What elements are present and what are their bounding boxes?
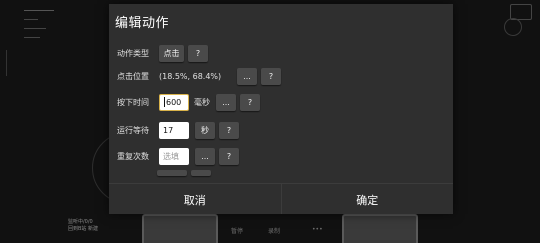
repeat-count-more-button[interactable]: ...	[195, 147, 215, 165]
click-position-value: (18.5%, 68.4%)	[159, 71, 222, 81]
background-thumbnail-left	[142, 214, 218, 243]
run-wait-row: 运行等待 17 秒 ?	[117, 121, 239, 139]
screen: 监听中/0/0 回到B站 新建 暂停 录制 ••• 编辑动作 动作类型 点击 ?…	[0, 0, 540, 243]
background-status-text	[24, 4, 54, 38]
run-wait-unit-button[interactable]: 秒	[195, 121, 215, 139]
action-type-label: 动作类型	[117, 48, 149, 58]
text-caret	[164, 97, 165, 107]
background-status-label: 监听中/0/0 回到B站 新建	[68, 219, 98, 233]
run-wait-help-button[interactable]: ?	[219, 121, 239, 139]
background-pause-label: 暂停	[231, 228, 244, 235]
background-circle-icon	[504, 18, 522, 36]
action-type-help-button[interactable]: ?	[188, 44, 208, 62]
background-more-label: •••	[312, 226, 323, 233]
action-type-select-button[interactable]: 点击	[159, 44, 184, 62]
repeat-count-label: 重复次数	[117, 151, 149, 161]
background-left-handle	[0, 50, 7, 76]
press-time-help-button[interactable]: ?	[240, 93, 260, 111]
next-row-help-partial[interactable]	[191, 170, 211, 176]
press-time-unit: 毫秒	[194, 97, 210, 107]
run-wait-label: 运行等待	[117, 125, 149, 135]
edit-action-dialog: 编辑动作 动作类型 点击 ? 点击位置 (18.5%, 68.4%) ... ?…	[109, 4, 453, 214]
repeat-count-help-button[interactable]: ?	[219, 147, 239, 165]
background-thumbnail-right	[342, 214, 418, 243]
action-type-row: 动作类型 点击 ?	[117, 44, 208, 62]
press-time-more-button[interactable]: ...	[216, 93, 236, 111]
repeat-count-input[interactable]: 选填	[159, 147, 189, 165]
repeat-count-row: 重复次数 选填 ... ?	[117, 147, 239, 165]
press-time-input[interactable]: 600	[159, 93, 189, 111]
next-row-partial	[157, 170, 211, 176]
press-time-label: 按下时间	[117, 97, 149, 107]
press-time-row: 按下时间 600 毫秒 ... ?	[117, 93, 260, 111]
click-position-help-button[interactable]: ?	[261, 67, 281, 85]
click-position-label: 点击位置	[117, 71, 149, 81]
cancel-button[interactable]: 取消	[109, 184, 281, 214]
background-record-label: 录制	[268, 228, 281, 235]
dialog-footer: 取消 确定	[109, 183, 453, 214]
background-status-line2: 回到B站 新建	[68, 226, 99, 232]
press-time-value: 600	[166, 97, 182, 107]
click-position-pick-button[interactable]: ...	[237, 67, 257, 85]
background-status-line1: 监听中/0/0	[68, 219, 93, 225]
run-wait-input[interactable]: 17	[159, 121, 189, 139]
next-row-button-partial[interactable]	[157, 170, 187, 176]
click-position-row: 点击位置 (18.5%, 68.4%) ... ?	[117, 67, 281, 85]
confirm-button[interactable]: 确定	[282, 184, 454, 214]
dialog-title: 编辑动作	[115, 16, 170, 31]
